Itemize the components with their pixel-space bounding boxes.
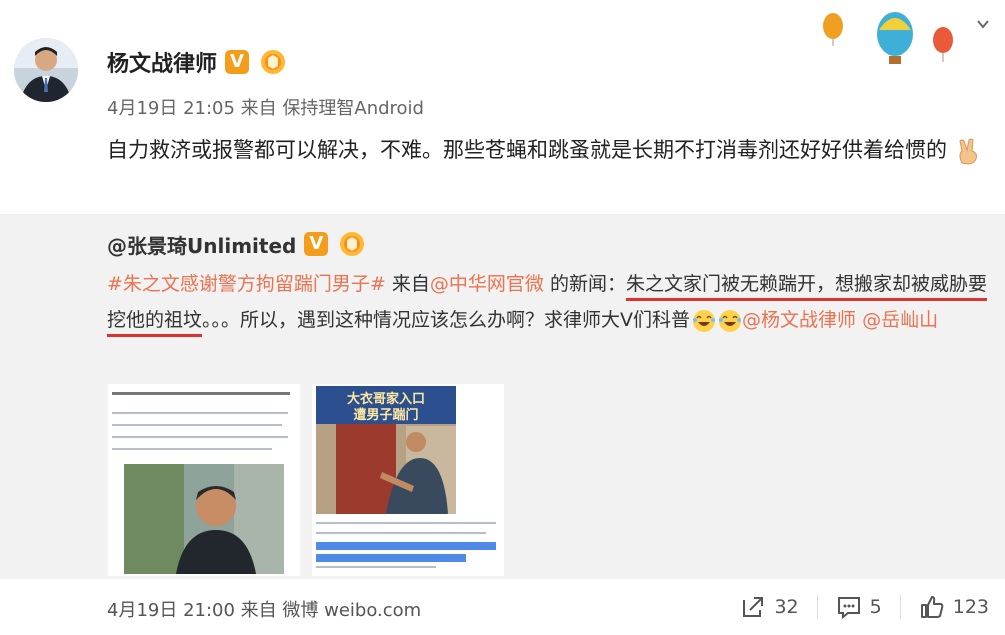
like-button[interactable]: 123: [919, 592, 989, 622]
repost-count: 32: [774, 596, 799, 618]
article-headline-line: [112, 392, 290, 395]
caption-text-line: [316, 566, 436, 568]
action-divider: [899, 595, 901, 619]
highlighted-text-line: [316, 554, 466, 562]
article-text-line: [112, 412, 288, 414]
laughing-emoji-icon: [719, 309, 742, 332]
laughing-emoji-icon: [693, 309, 716, 332]
action-bar: 32 5 123: [740, 592, 989, 622]
like-count: 123: [952, 596, 989, 618]
author-avatar[interactable]: [14, 38, 78, 102]
verified-badge-icon: [225, 50, 250, 74]
post-meta: 4月19日 21:05 来自 保持理智Android: [107, 98, 424, 119]
post-text-content: 自力救济或报警都可以解决，不难。那些苍蝇和跳蚤就是长期不打消毒剂还好好供着给惯的: [107, 138, 947, 162]
video-title-overlay: 大衣哥家入口 遭男子踹门: [320, 392, 452, 424]
avatar-image: [14, 38, 78, 102]
repost-text: #朱之文感谢警方拘留踹门男子# 来自@中华网官微 的新闻：朱之文家门被无赖踹开，…: [107, 266, 987, 338]
thumbs-up-icon: [920, 596, 944, 618]
caption-text-line: [316, 522, 496, 524]
repost-author-row: @张景琦Unlimited: [107, 228, 366, 260]
repost-image-1[interactable]: [108, 384, 300, 576]
post-author-name[interactable]: 杨文战律师: [107, 46, 217, 78]
share-icon: [743, 597, 764, 617]
video-title-line: 遭男子踹门: [353, 408, 419, 423]
highlighted-text-line: [316, 542, 496, 550]
comment-count: 5: [869, 596, 882, 618]
member-medal-icon: [340, 232, 365, 256]
article-text-line: [112, 424, 282, 426]
post-author-row: 杨文战律师: [107, 44, 287, 80]
mention-link[interactable]: @岳屾山: [862, 309, 938, 331]
news-label: 的新闻：: [549, 273, 626, 295]
caption-text-line: [316, 532, 486, 534]
chevron-down-icon[interactable]: [975, 16, 991, 32]
post-text: 自力救济或报警都可以解决，不难。那些苍蝇和跳蚤就是长期不打消毒剂还好好供着给惯的: [107, 130, 987, 170]
repost-image-2[interactable]: 大衣哥家入口 遭男子踹门: [312, 384, 504, 576]
from-label: 来自: [391, 273, 430, 295]
article-text-line: [112, 448, 272, 450]
member-medal-icon: [261, 50, 286, 74]
verified-badge-icon: [304, 232, 329, 256]
comment-button[interactable]: 5: [836, 592, 882, 622]
article-text-line: [112, 436, 288, 438]
repost-rest-text: 。。。所以，遇到这种情况应该怎么办啊？求律师大V们科普: [202, 309, 691, 331]
repost-author-name[interactable]: @张景琦Unlimited: [107, 230, 296, 259]
repost-button[interactable]: 32: [740, 592, 799, 622]
comment-icon: [837, 597, 860, 620]
victory-hand-emoji-icon: [959, 138, 977, 165]
article-photo: [124, 464, 284, 574]
balloons-decoration-icon: [823, 12, 953, 64]
source-link[interactable]: @中华网官微: [430, 273, 544, 295]
repost-meta: 4月19日 21:00 来自 微博 weibo.com: [107, 600, 422, 621]
action-divider: [816, 595, 818, 619]
hashtag-link[interactable]: #朱之文感谢警方拘留踹门男子#: [107, 273, 386, 295]
repost-card[interactable]: @张景琦Unlimited #朱之文感谢警方拘留踹门男子# 来自@中华网官微 的…: [0, 214, 1005, 579]
video-title-line: 大衣哥家入口: [346, 392, 425, 407]
mention-link[interactable]: @杨文战律师: [742, 309, 856, 331]
